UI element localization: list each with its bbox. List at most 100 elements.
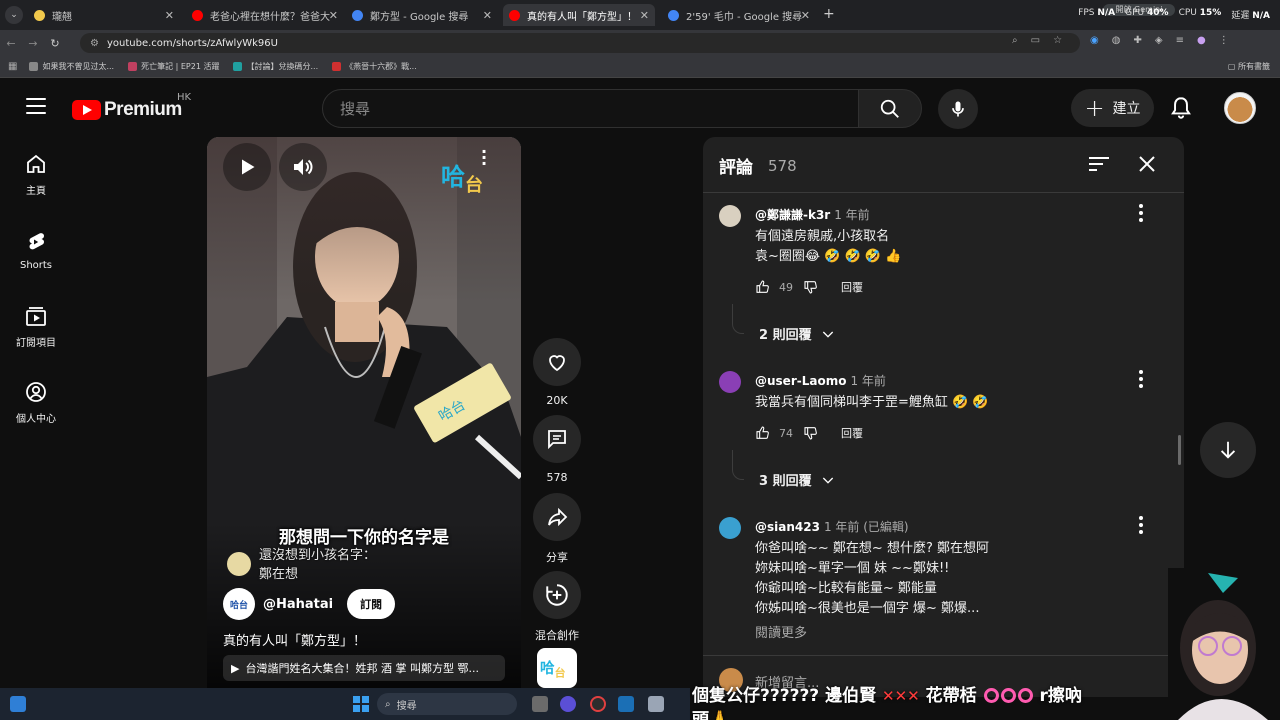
url-input[interactable]: ⚙ youtube.com/shorts/zAfwlyWk96U bbox=[80, 33, 1080, 53]
extension-icon[interactable]: ◍ bbox=[1112, 35, 1121, 46]
comment-text: 你爺叫啥~比較有能量~ 鄭能量 bbox=[755, 581, 937, 596]
taskbar-search[interactable]: ⌕ 搜尋 bbox=[377, 693, 517, 715]
address-bar-row: ← → ↻ ⚙ youtube.com/shorts/zAfwlyWk96U ⌕… bbox=[0, 30, 1280, 56]
extension-icon[interactable]: ◈ bbox=[1155, 35, 1163, 46]
steam-icon[interactable] bbox=[618, 696, 634, 712]
comments-scrollbar[interactable] bbox=[1178, 435, 1181, 465]
tab-close-icon[interactable]: ✕ bbox=[640, 9, 649, 22]
tab-close-icon[interactable]: ✕ bbox=[165, 9, 174, 22]
account-avatar[interactable] bbox=[1224, 92, 1256, 124]
bookmark-item[interactable]: 如果我不曾见过太... bbox=[29, 61, 114, 72]
tab-favicon-icon bbox=[668, 9, 679, 21]
nav-item-you[interactable]: 個人中心 bbox=[0, 364, 72, 440]
tab-close-icon[interactable]: ✕ bbox=[483, 9, 492, 22]
youtube-premium-logo[interactable]: Premium HK bbox=[72, 92, 191, 121]
bookmark-item[interactable]: 【討論】兌換碼分... bbox=[233, 61, 318, 72]
comment-menu-icon[interactable] bbox=[1139, 370, 1143, 388]
bookmark-item[interactable]: 《燕晉十六郡》戰... bbox=[332, 61, 417, 72]
task-view-icon[interactable] bbox=[532, 696, 548, 712]
comments-button[interactable] bbox=[533, 415, 581, 463]
reading-list-icon[interactable]: ≡ bbox=[1176, 35, 1184, 46]
comment-time[interactable]: 1 年前 bbox=[850, 374, 885, 388]
thumbs-up-icon[interactable] bbox=[755, 279, 771, 295]
reply-button[interactable]: 回覆 bbox=[841, 279, 863, 295]
profile-icon[interactable]: ● bbox=[1197, 35, 1206, 46]
browser-tab-active[interactable]: 真的有人叫「鄭方型」！ - YouTube ✕ bbox=[503, 4, 655, 26]
share-button[interactable] bbox=[533, 493, 581, 541]
related-video-title: 台灣諧門姓名大集合！姓邦 酒 掌 叫鄭方型 鄂... bbox=[245, 662, 479, 675]
sound-thumbnail[interactable]: 哈 台 bbox=[537, 648, 577, 688]
comment-author[interactable]: @sian423 bbox=[755, 520, 820, 534]
browser-menu-icon[interactable]: ⋮ bbox=[1219, 35, 1229, 46]
browser-tab[interactable]: 老爸心裡在想什麼？爸爸大調查 ✕ bbox=[186, 4, 344, 26]
all-bookmarks-button[interactable]: ▢ 所有書籤 bbox=[1228, 61, 1270, 72]
comment-time[interactable]: 1 年前 bbox=[834, 208, 869, 222]
sort-icon[interactable] bbox=[1089, 156, 1109, 172]
site-info-icon[interactable]: ⚙ bbox=[90, 38, 99, 49]
svg-text:哈: 哈 bbox=[540, 659, 555, 677]
nav-item-home[interactable]: 主頁 bbox=[0, 136, 72, 212]
youtube-play-logo-icon bbox=[72, 100, 101, 120]
short-video-player[interactable]: 哈台 哈 台 ··· 那想問一下你的名字是 還沒想到小孩名字： 鄭在想 哈台 @… bbox=[207, 137, 521, 688]
create-button[interactable]: + 建立 bbox=[1071, 89, 1154, 127]
widgets-icon[interactable] bbox=[10, 696, 26, 712]
comment-author[interactable]: @鄭謙謙-k3r bbox=[755, 208, 830, 222]
browser-tab[interactable]: 瓏翹 ✕ bbox=[28, 4, 180, 26]
app-icon[interactable] bbox=[648, 696, 664, 712]
browser-tab[interactable]: 鄭方型 - Google 搜尋 ✕ bbox=[346, 4, 498, 26]
thumbs-down-icon[interactable] bbox=[803, 279, 819, 295]
tab-close-icon[interactable]: ✕ bbox=[329, 9, 338, 22]
comment-menu-icon[interactable] bbox=[1139, 204, 1143, 222]
search-button[interactable] bbox=[858, 89, 922, 128]
channel-avatar[interactable]: 哈台 bbox=[223, 588, 255, 620]
next-short-button[interactable] bbox=[1200, 422, 1256, 478]
reload-icon[interactable]: ↻ bbox=[44, 37, 66, 50]
menu-icon[interactable] bbox=[26, 98, 46, 114]
volume-button[interactable] bbox=[279, 143, 327, 191]
read-more-link[interactable]: 閱讀更多 bbox=[755, 622, 807, 641]
app-icon[interactable] bbox=[560, 696, 576, 712]
nav-item-shorts[interactable]: Shorts bbox=[0, 212, 72, 288]
channel-name[interactable]: @Hahatai bbox=[263, 597, 333, 612]
view-replies-button[interactable]: 2 則回覆 bbox=[759, 324, 836, 343]
extension-icon[interactable]: ◉ bbox=[1090, 35, 1099, 46]
comment-time[interactable]: 1 年前 (已編輯) bbox=[824, 520, 909, 534]
notifications-button[interactable] bbox=[1168, 95, 1194, 125]
bookmark-item[interactable]: 死亡筆記 | EP21 活躍 bbox=[128, 61, 219, 72]
comment-menu-icon[interactable] bbox=[1139, 516, 1143, 534]
close-icon[interactable] bbox=[1137, 154, 1157, 174]
nav-item-subscriptions[interactable]: 訂閱項目 bbox=[0, 288, 72, 364]
bookmark-star-icon[interactable]: ☆ bbox=[1053, 35, 1062, 46]
zoom-icon[interactable]: ⌕ bbox=[1012, 35, 1018, 46]
app-icon[interactable] bbox=[590, 696, 606, 712]
circle-icon bbox=[983, 688, 999, 703]
view-replies-button[interactable]: 3 則回覆 bbox=[759, 470, 836, 489]
comment-actions: 49 回覆 bbox=[755, 279, 863, 295]
back-icon[interactable]: ← bbox=[0, 37, 22, 50]
like-button[interactable] bbox=[533, 338, 581, 386]
browser-tab[interactable]: 2'59' 毛巾 - Google 搜尋 ✕ bbox=[662, 4, 816, 26]
commenter-avatar[interactable] bbox=[719, 517, 741, 539]
thumbs-down-icon[interactable] bbox=[803, 425, 819, 441]
commenter-avatar[interactable] bbox=[719, 371, 741, 393]
play-button[interactable] bbox=[223, 143, 271, 191]
forward-icon[interactable]: → bbox=[22, 37, 44, 50]
cast-icon[interactable]: ▭ bbox=[1031, 35, 1040, 46]
nav-label: 個人中心 bbox=[16, 413, 56, 425]
comment-author[interactable]: @user-Laomo bbox=[755, 374, 846, 388]
tab-close-icon[interactable]: ✕ bbox=[801, 9, 810, 22]
apps-grid-icon[interactable]: ▦ bbox=[8, 61, 17, 72]
remix-button[interactable] bbox=[533, 571, 581, 619]
thumbs-up-icon[interactable] bbox=[755, 425, 771, 441]
more-options-icon[interactable]: · · · bbox=[479, 144, 489, 172]
extensions-puzzle-icon[interactable]: ✚ bbox=[1133, 35, 1141, 46]
subscribe-button[interactable]: 訂閱 bbox=[347, 589, 396, 619]
start-button[interactable] bbox=[353, 696, 369, 712]
search-input[interactable] bbox=[323, 90, 858, 127]
voice-search-button[interactable] bbox=[938, 89, 978, 129]
new-tab-button[interactable]: + bbox=[823, 6, 835, 22]
commenter-avatar[interactable] bbox=[719, 205, 741, 227]
related-video-link[interactable]: ▶ 台灣諧門姓名大集合！姓邦 酒 掌 叫鄭方型 鄂... bbox=[223, 655, 505, 681]
reply-button[interactable]: 回覆 bbox=[841, 425, 863, 441]
tab-search-icon[interactable]: ⌄ bbox=[5, 6, 23, 24]
